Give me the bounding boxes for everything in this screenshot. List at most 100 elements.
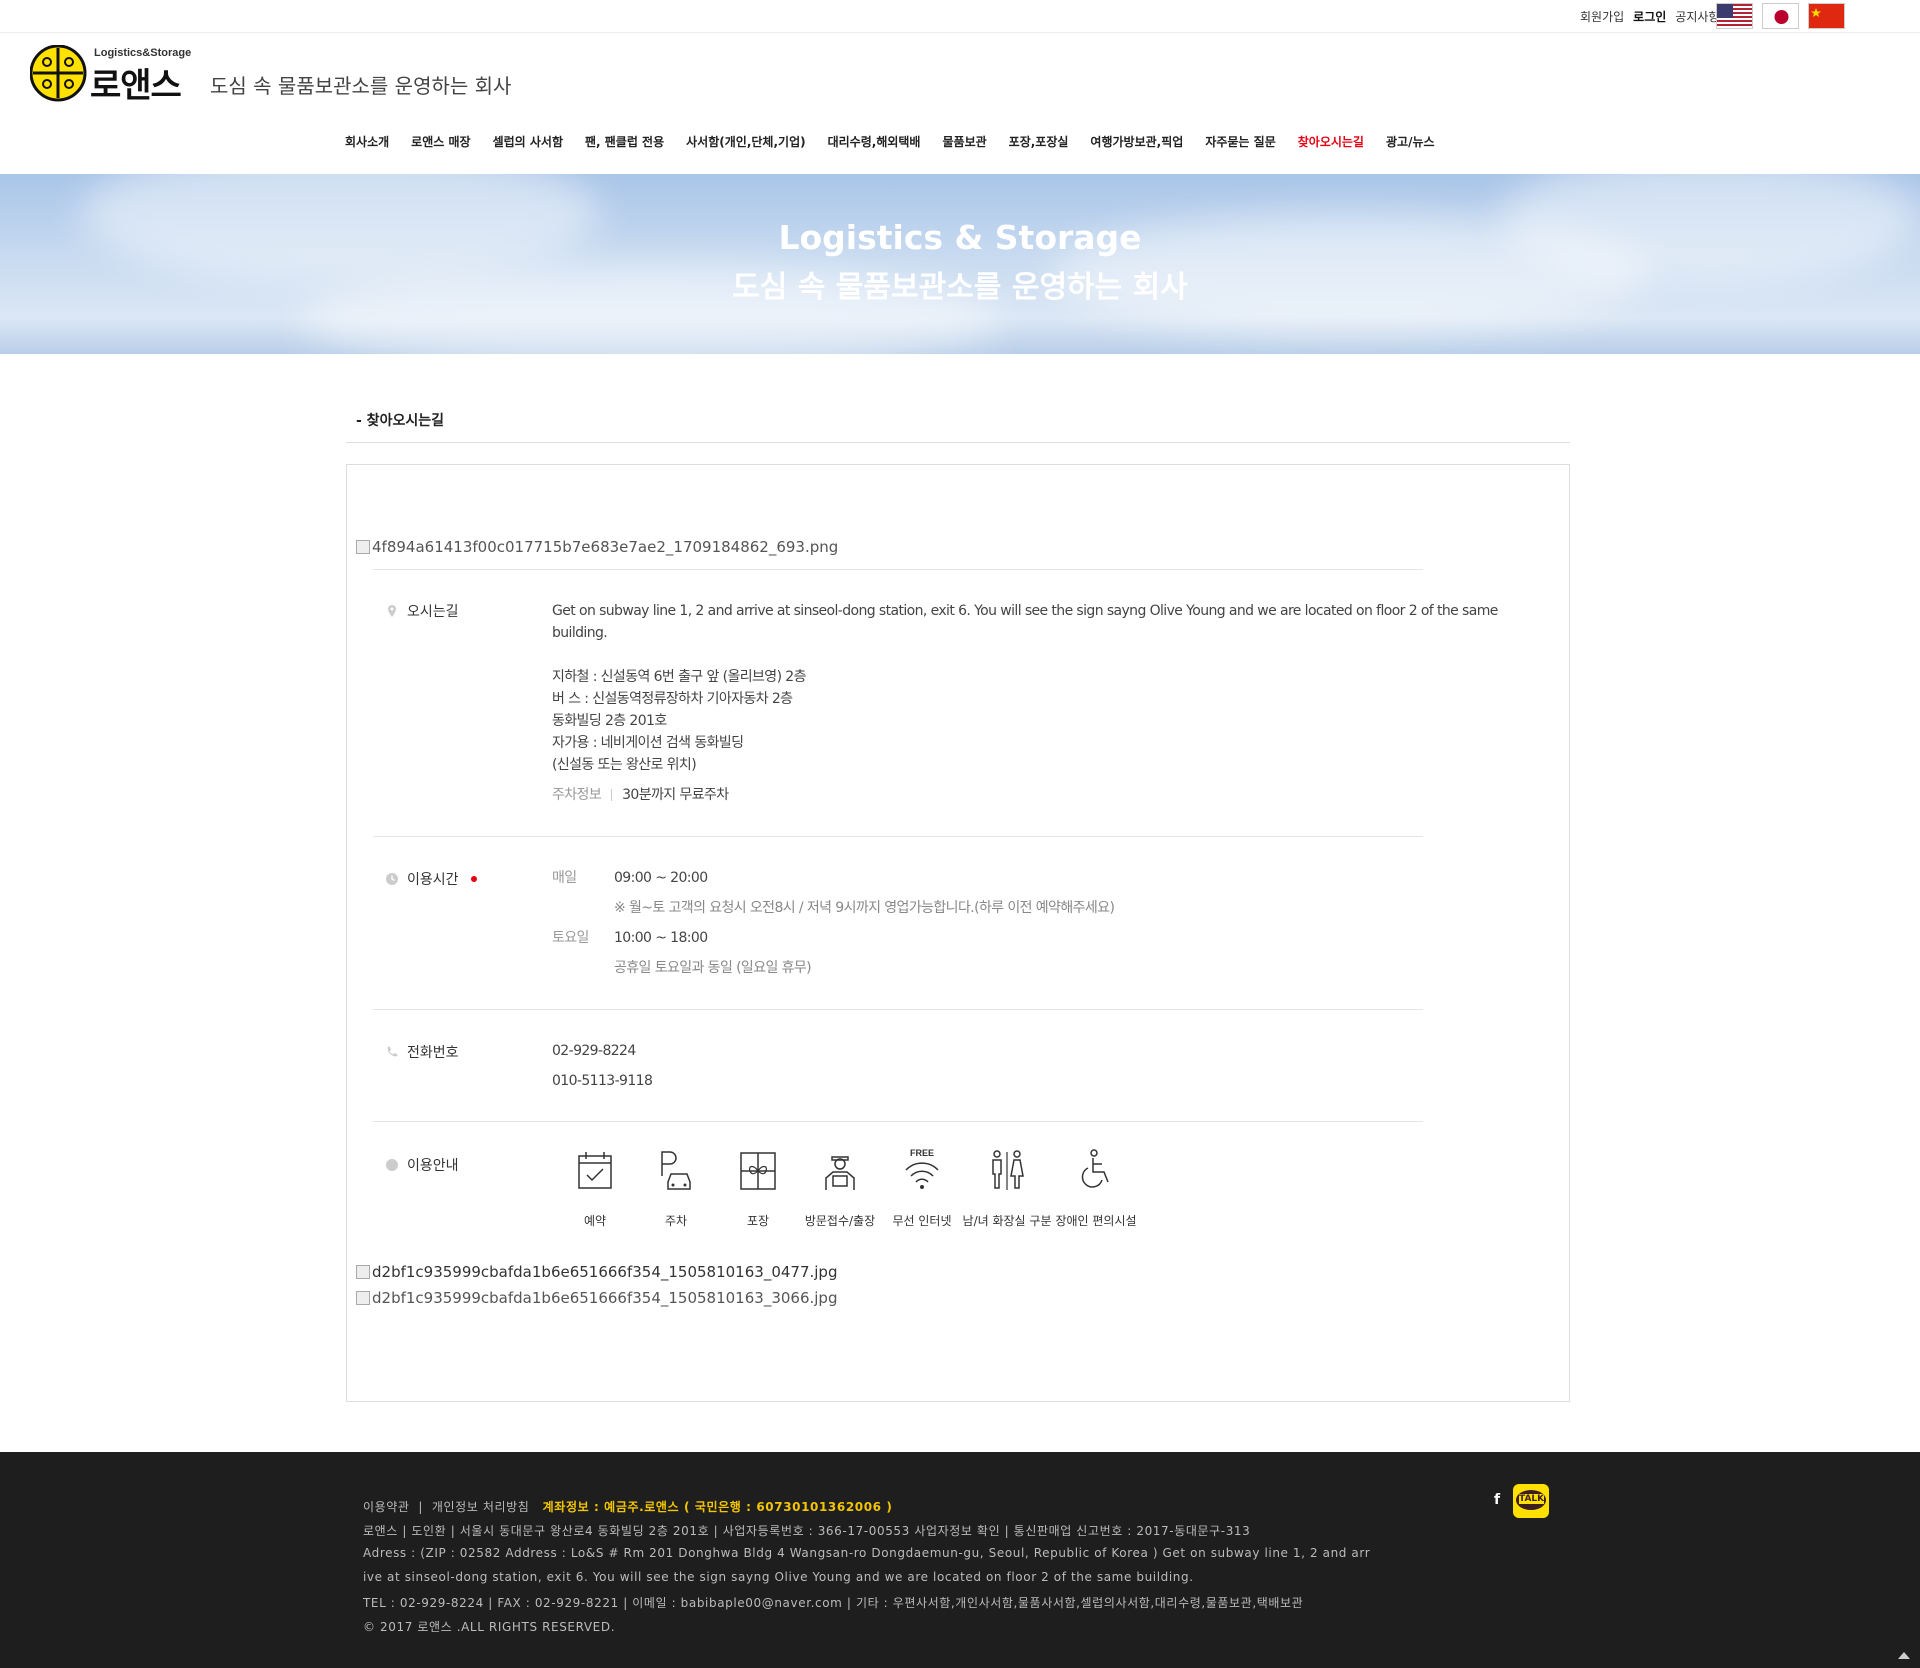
nav-item-about[interactable]: 회사소개 [345, 133, 389, 150]
hours-label-text: 이용시간 [407, 872, 459, 888]
phone-number[interactable]: 02-929-8224 [552, 1040, 636, 1062]
divider [373, 836, 1423, 837]
logo-emblem-icon [29, 44, 87, 102]
delivery-person-icon [825, 1156, 855, 1190]
phone-icon [387, 1046, 398, 1057]
nav-item-mailbox[interactable]: 사서함(개인,단체,기업) [686, 133, 805, 150]
scroll-top-icon[interactable] [1898, 1652, 1910, 1659]
directions-label-text: 오시는길 [407, 604, 459, 620]
svg-text:FREE: FREE [910, 1148, 934, 1158]
header-tagline: 도심 속 물품보관소를 운영하는 회사 [210, 74, 512, 98]
parking-info: 주차정보 30분까지 무료주차 [552, 784, 729, 806]
hours-daily: 매일 09:00 ~ 20:00 [552, 867, 708, 889]
kakaotalk-icon[interactable]: TALK [1513, 1484, 1549, 1518]
facebook-icon[interactable]: f [1494, 1492, 1500, 1508]
nav-item-storage[interactable]: 물품보관 [942, 133, 986, 150]
account-info: 계좌정보 : 예금주.로앤스 ( 국민은행 : 60730101362006 ) [542, 1500, 893, 1514]
china-flag-icon[interactable] [1808, 3, 1845, 29]
directions-english: Get on subway line 1, 2 and arrive at si… [552, 603, 1498, 619]
phone-label: 전화번호 [385, 1042, 459, 1062]
wheelchair-icon [1081, 1149, 1109, 1188]
amenity-item: 예약 [555, 1148, 635, 1229]
nav-item-celeb-mailbox[interactable]: 셀럽의 사서함 [493, 133, 563, 150]
image-alt-text: d2bf1c935999cbafda1b6e651666f354_1505810… [372, 1263, 838, 1281]
nav-item-faq[interactable]: 자주묻는 질문 [1205, 133, 1275, 150]
amenity-name: 포장 [746, 1214, 770, 1228]
divider [373, 569, 1423, 570]
amenity-item: 장애인 편의시설 [1051, 1148, 1141, 1229]
top-links: 회원가입 로그인 공지사항 [1580, 8, 1719, 25]
notice-link[interactable]: 공지사항 [1675, 8, 1719, 25]
phone-label-text: 전화번호 [407, 1045, 459, 1061]
nav-item-store[interactable]: 로앤스 매장 [411, 133, 470, 150]
nav-item-luggage[interactable]: 여행가방보관,픽업 [1090, 133, 1183, 150]
directions-line: 버 스 : 신설동역정류장하차 기아자동차 2층 [552, 691, 793, 707]
hours-daily-key: 매일 [552, 870, 577, 886]
terms-link[interactable]: 이용약관 [363, 1500, 410, 1514]
language-flags [1716, 3, 1845, 29]
page-title: - 찾아오시는길 [356, 413, 444, 429]
kakaotalk-label: TALK [1519, 1494, 1545, 1504]
amenity-name: 예약 [583, 1214, 607, 1228]
phone-number[interactable]: 010-5113-9118 [552, 1070, 653, 1092]
hours-saturday: 토요일 10:00 ~ 18:00 [552, 927, 708, 949]
hours-label: 이용시간 [385, 869, 477, 889]
hours-sat-note: 공휴일 토요일과 동일 (일요일 휴무) [614, 960, 812, 976]
amenity-item: 주차 [635, 1148, 717, 1229]
footer-links: 이용약관 | 개인정보 처리방침 계좌정보 : 예금주.로앤스 ( 국민은행 :… [363, 1500, 893, 1514]
image-alt-text: 4f894a61413f00c017715b7e683e7ae2_1709184… [372, 538, 839, 556]
clock-icon [386, 873, 398, 885]
footer-address-cont: ive at sinseol-dong station, exit 6. You… [363, 1570, 1194, 1584]
hero-banner: Logistics & Storage 도심 속 물품보관소를 운영하는 회사 [0, 174, 1920, 354]
amenity-item: 방문접수/출장 [799, 1148, 881, 1229]
top-bar: 회원가입 로그인 공지사항 [0, 0, 1920, 33]
broken-image-top: 4f894a61413f00c017715b7e683e7ae2_1709184… [356, 538, 838, 556]
footer [0, 1452, 1920, 1668]
directions-english-cont: building. [552, 625, 608, 641]
image-alt-text: d2bf1c935999cbafda1b6e651666f354_1505810… [372, 1289, 838, 1307]
japan-flag-icon[interactable] [1762, 3, 1799, 29]
location-pin-icon [388, 605, 396, 617]
main-nav: 회사소개 로앤스 매장 셀럽의 사서함 팬, 팬클럽 전용 사서함(개인,단체,… [345, 133, 1457, 150]
nav-item-fan[interactable]: 팬, 팬클럽 전용 [585, 133, 664, 150]
broken-image-bottom-1: d2bf1c935999cbafda1b6e651666f354_1505810… [356, 1263, 837, 1281]
logo-title[interactable]: 로앤스 [90, 58, 182, 107]
broken-image-bottom-2: d2bf1c935999cbafda1b6e651666f354_1505810… [356, 1289, 837, 1307]
footer-business-info: 로앤스 | 도인환 | 서울시 동대문구 왕산로4 동화빌딩 2층 201호 |… [363, 1524, 1251, 1538]
nav-item-packing[interactable]: 포장,포장실 [1009, 133, 1069, 150]
nav-item-news[interactable]: 광고/뉴스 [1386, 133, 1435, 150]
divider [373, 1121, 1423, 1122]
hours-sat-key: 토요일 [552, 930, 589, 946]
nav-item-proxy[interactable]: 대리수령,해외택배 [828, 133, 921, 150]
info-icon [386, 1159, 398, 1171]
title-divider [346, 442, 1570, 443]
nav-item-directions[interactable]: 찾아오시는길 [1298, 133, 1364, 150]
banner-title: Logistics & Storage [778, 218, 1142, 257]
parking-key: 주차정보 [552, 787, 602, 803]
login-link[interactable]: 로그인 [1633, 8, 1666, 25]
amenity-name: 무선 인터넷 [892, 1214, 952, 1228]
amenity-name: 주차 [664, 1214, 688, 1228]
parking-car-icon [661, 1151, 691, 1190]
amenity-name: 남/녀 화장실 구분 [962, 1214, 1052, 1228]
footer-contact: TEL : 02-929-8224 | FAX : 02-929-8221 | … [363, 1596, 1304, 1610]
amenities-label-text: 이용안내 [407, 1158, 459, 1174]
divider [373, 1009, 1423, 1010]
signup-link[interactable]: 회원가입 [1580, 8, 1624, 25]
footer-address: Adress : (ZIP : 02582 Address : Lo&S # R… [363, 1546, 1371, 1560]
amenity-name: 방문접수/출장 [804, 1214, 876, 1228]
amenity-name: 장애인 편의시설 [1055, 1214, 1137, 1228]
us-flag-icon[interactable] [1716, 3, 1753, 29]
parking-value: 30분까지 무료주차 [622, 787, 729, 803]
directions-label: 오시는길 [385, 601, 459, 621]
privacy-link[interactable]: 개인정보 처리방침 [432, 1500, 530, 1514]
amenities-label: 이용안내 [385, 1155, 459, 1175]
amenity-item: FREE 무선 인터넷 [881, 1148, 963, 1229]
gift-box-icon [740, 1152, 776, 1190]
directions-line: 지하철 : 신설동역 6번 출구 앞 (올리브영) 2층 [552, 669, 806, 685]
directions-line: 자가용 : 네비게이션 검색 동화빌딩 [552, 735, 744, 751]
calendar-check-icon [578, 1152, 612, 1189]
restroom-icon [992, 1150, 1024, 1190]
amenities-list: 예약 주차 포장 방문접수/출장 FREE 무선 인터넷 남/녀 화장실 구분 … [552, 1148, 1141, 1229]
banner-subtitle: 도심 속 물품보관소를 운영하는 회사 [732, 270, 1188, 305]
